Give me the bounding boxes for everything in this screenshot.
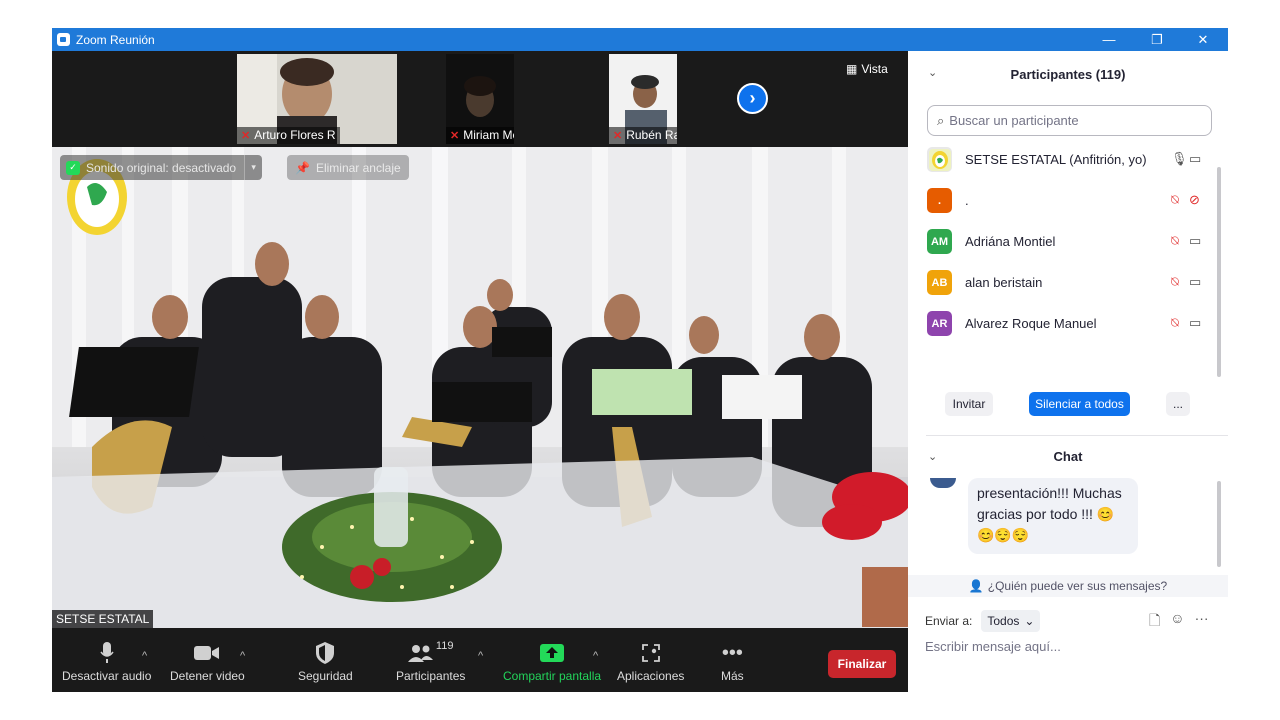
meeting-toolbar: Desactivar audio ^ Detener video ^ Segur… xyxy=(52,628,908,692)
video-options-caret[interactable]: ^ xyxy=(240,650,245,662)
band-scene-illustration xyxy=(52,147,908,628)
muted-mic-icon: ⍉ xyxy=(1171,315,1179,330)
chat-message: presentación!!! Muchas gracias por todo … xyxy=(968,478,1138,554)
tile-name-label: ✕ Arturo Flores R xyxy=(237,127,340,144)
chat-scrollbar[interactable] xyxy=(1217,481,1221,567)
audio-options-caret[interactable]: ^ xyxy=(142,650,147,662)
avatar xyxy=(930,478,956,488)
tile-name-label: ✕Rubén Ramírez xyxy=(609,127,677,144)
avatar: AB xyxy=(927,270,952,295)
apps-icon xyxy=(641,640,660,666)
emoji-icon[interactable]: ☺ xyxy=(1170,610,1184,634)
avatar: AR xyxy=(927,311,952,336)
restore-button[interactable]: ❐ xyxy=(1134,28,1180,51)
chat-message-input[interactable]: Escribir mensaje aquí... xyxy=(925,639,1061,654)
invite-button[interactable]: Invitar xyxy=(945,392,993,416)
more-button[interactable]: ••• Más xyxy=(721,640,744,684)
share-screen-icon xyxy=(540,640,565,666)
recipient-select[interactable]: Todos ⌄ xyxy=(981,610,1041,632)
more-dots-icon[interactable]: ··· xyxy=(1195,610,1209,634)
mute-button[interactable]: Desactivar audio xyxy=(62,640,151,683)
microphone-icon: 🎙 xyxy=(1171,151,1188,166)
share-screen-button[interactable]: Compartir pantalla xyxy=(503,640,601,683)
original-sound-pill[interactable]: ✓ Sonido original: desactivado ▾ xyxy=(60,155,263,180)
divider xyxy=(926,435,1228,436)
muted-mic-icon: ✕ xyxy=(450,129,460,142)
speaker-name-label: SETSE ESTATAL xyxy=(52,610,154,628)
avatar: . xyxy=(927,188,952,213)
video-camera-icon: ▭ xyxy=(1189,274,1202,289)
chevron-down-icon: ⌄ xyxy=(1024,614,1035,628)
video-camera-icon: ▭ xyxy=(1189,151,1202,166)
participants-options-caret[interactable]: ^ xyxy=(478,650,483,662)
video-tile-miriam[interactable]: ✕Miriam Meza xyxy=(446,54,514,144)
participant-row[interactable]: AM Adriána Montiel ⍉ ▭ xyxy=(927,221,1212,262)
tile-name-label: ✕Miriam Meza xyxy=(446,127,514,144)
avatar: AM xyxy=(927,229,952,254)
participants-scrollbar[interactable] xyxy=(1217,167,1221,377)
video-tile-ruben[interactable]: ✕Rubén Ramírez xyxy=(609,54,677,144)
chevron-down-icon[interactable]: ▾ xyxy=(244,155,262,180)
share-options-caret[interactable]: ^ xyxy=(593,650,598,662)
muted-mic-icon: ⍉ xyxy=(1171,274,1179,289)
send-to-row: Enviar a: Todos ⌄ xyxy=(925,610,1041,632)
next-page-button[interactable]: › xyxy=(737,83,768,114)
muted-mic-icon: ⍉ xyxy=(1171,192,1179,207)
more-dots-icon: ••• xyxy=(721,641,743,664)
chevron-down-icon[interactable]: ⌄ xyxy=(928,66,937,79)
view-button[interactable]: ▦ Vista xyxy=(846,62,888,76)
zoom-window: Zoom Reunión — ❐ ✕ ✕ Arturo Flores R ✕ M… xyxy=(52,28,1228,692)
muted-mic-icon: ✕ xyxy=(241,129,251,142)
avatar xyxy=(927,147,952,172)
muted-mic-icon: ✕ xyxy=(613,129,623,142)
security-button[interactable]: Seguridad xyxy=(298,640,353,683)
file-icon[interactable]: 🗋 xyxy=(1149,610,1160,634)
minimize-button[interactable]: — xyxy=(1086,28,1132,51)
participants-icon: 119 xyxy=(407,640,453,666)
grid-icon: ▦ xyxy=(846,62,858,76)
video-tile-arturo[interactable]: ✕ Arturo Flores R xyxy=(237,54,397,144)
apps-button[interactable]: Aplicaciones xyxy=(617,640,684,683)
video-camera-icon xyxy=(194,640,220,666)
stop-video-button[interactable]: Detener video xyxy=(170,640,245,683)
chevron-down-icon[interactable]: ⌄ xyxy=(928,450,937,463)
close-button[interactable]: ✕ xyxy=(1180,28,1226,51)
zoom-logo-icon xyxy=(57,33,70,46)
participants-button[interactable]: 119 Participantes xyxy=(396,640,465,683)
title-bar: Zoom Reunión — ❐ ✕ xyxy=(52,28,1228,51)
participant-row[interactable]: . . ⍉ ⊘ xyxy=(927,180,1212,221)
chat-header: ⌄ Chat xyxy=(928,448,1083,464)
end-meeting-button[interactable]: Finalizar xyxy=(828,650,896,678)
main-video[interactable]: ✓ Sonido original: desactivado ▾ 📌 Elimi… xyxy=(52,147,908,628)
muted-mic-icon: ⍉ xyxy=(1171,233,1179,248)
window-title: Zoom Reunión xyxy=(76,32,155,47)
shield-check-icon: ✓ xyxy=(66,160,80,175)
unpin-button[interactable]: 📌 Eliminar anclaje xyxy=(287,155,409,180)
people-icon: 👤 xyxy=(968,579,984,593)
shield-icon xyxy=(316,640,335,666)
participants-more-button[interactable]: ... xyxy=(1166,392,1190,416)
participant-row[interactable]: SETSE ESTATAL (Anfitrión, yo) 🎙 ▭ xyxy=(927,139,1212,180)
who-can-see-messages[interactable]: 👤 ¿Quién puede ver sus mensajes? xyxy=(908,575,1228,597)
pin-icon: 📌 xyxy=(295,160,310,175)
microphone-icon xyxy=(100,640,114,666)
participant-search-input[interactable]: ⌕ Buscar un participante xyxy=(927,105,1212,136)
gallery-strip: ✕Arturo Flores R ✕Miriam Meza ✕Rubén Ram… xyxy=(52,51,908,147)
search-icon: ⌕ xyxy=(937,112,945,128)
participant-row[interactable]: AR Alvarez Roque Manuel ⍉ ▭ xyxy=(927,303,1212,344)
side-panel: ⌄ Participantes (119) ⌕ Buscar un partic… xyxy=(908,51,1228,692)
video-off-icon: ⊘ xyxy=(1189,192,1200,207)
chat-tools: 🗋 ☺ ··· xyxy=(1149,610,1209,634)
video-area: ✕Arturo Flores R ✕Miriam Meza ✕Rubén Ram… xyxy=(52,51,908,628)
video-camera-icon: ▭ xyxy=(1189,233,1202,248)
participants-header: ⌄ Participantes (119) xyxy=(928,66,1126,82)
participant-row[interactable]: AB alan beristain ⍉ ▭ xyxy=(927,262,1212,303)
video-camera-icon: ▭ xyxy=(1189,315,1202,330)
mute-all-button[interactable]: Silenciar a todos xyxy=(1029,392,1130,416)
